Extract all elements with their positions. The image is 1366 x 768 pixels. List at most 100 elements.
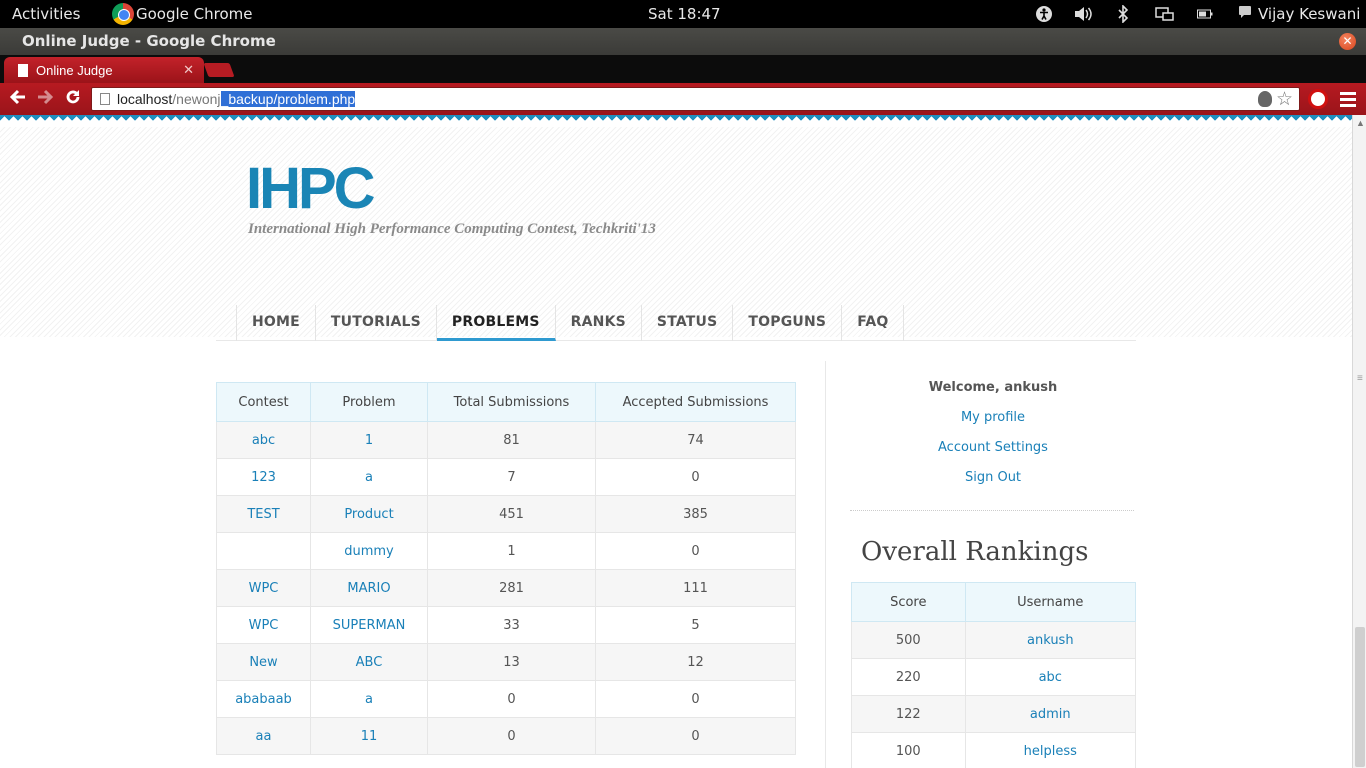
username-link[interactable]: ankush — [1027, 633, 1074, 648]
table-row: New ABC 13 12 — [216, 643, 796, 681]
total-submissions-cell: 33 — [427, 606, 596, 644]
url-text[interactable]: localhost/newonj_backup/problem.php — [117, 91, 356, 107]
accepted-submissions-cell: 0 — [595, 680, 796, 718]
rankings-table: Score Username 500 ankush 220 abc 122 admin 100… — [851, 582, 1137, 768]
dotted-divider — [850, 510, 1134, 511]
total-submissions-cell: 7 — [427, 458, 596, 496]
account-settings-link[interactable]: Account Settings — [850, 440, 1136, 455]
network-icon[interactable] — [1154, 4, 1176, 24]
user-menu[interactable]: Vijay Keswani — [1238, 5, 1360, 23]
table-row: abc 1 81 74 — [216, 421, 796, 459]
problem-link[interactable]: Product — [344, 507, 393, 522]
problem-link[interactable]: 1 — [365, 433, 373, 448]
url-selection: _backup/problem.php — [220, 91, 356, 107]
address-bar[interactable]: localhost/newonj_backup/problem.php ☆ — [91, 87, 1300, 111]
accepted-submissions-cell: 5 — [595, 606, 796, 644]
clock[interactable]: Sat 18:47 — [648, 5, 721, 23]
username-link[interactable]: abc — [1039, 670, 1062, 685]
extension-icon[interactable] — [1308, 89, 1328, 109]
accepted-submissions-cell: 111 — [595, 569, 796, 607]
contest-link[interactable]: New — [249, 655, 277, 670]
nav-item-tutorials[interactable]: TUTORIALS — [316, 305, 437, 341]
table-row: ababaab a 0 0 — [216, 680, 796, 718]
my-profile-link[interactable]: My profile — [850, 410, 1136, 425]
tab-close-icon[interactable]: ✕ — [183, 62, 194, 78]
problem-cell: 11 — [310, 717, 428, 755]
chrome-logo-icon — [112, 3, 134, 25]
tab-online-judge[interactable]: Online Judge ✕ — [4, 57, 204, 83]
page-info-icon[interactable] — [100, 93, 110, 105]
reload-icon[interactable] — [64, 88, 82, 111]
problem-cell: 1 — [310, 421, 428, 459]
new-tab-button[interactable] — [203, 63, 235, 77]
table-row: aa 11 0 0 — [216, 717, 796, 755]
app-menu[interactable]: Google Chrome — [112, 2, 253, 26]
problem-link[interactable]: a — [365, 692, 373, 707]
contest-link[interactable]: WPC — [249, 618, 279, 633]
problem-link[interactable]: 11 — [361, 729, 378, 744]
nav-item-ranks[interactable]: RANKS — [556, 305, 642, 341]
accessibility-icon[interactable] — [1034, 4, 1054, 24]
column-header: Total Submissions — [427, 382, 596, 422]
username-link[interactable]: admin — [1030, 707, 1071, 722]
table-row: WPC SUPERMAN 33 5 — [216, 606, 796, 644]
contest-link[interactable]: WPC — [249, 581, 279, 596]
bookmark-star-icon[interactable]: ☆ — [1276, 88, 1293, 111]
problem-link[interactable]: dummy — [344, 544, 394, 559]
problem-link[interactable]: ABC — [356, 655, 383, 670]
nav-item-faq[interactable]: FAQ — [842, 305, 905, 341]
user-name: Vijay Keswani — [1258, 5, 1361, 23]
problem-link[interactable]: SUPERMAN — [333, 618, 406, 633]
contest-link[interactable]: ababaab — [235, 692, 292, 707]
problem-link[interactable]: MARIO — [347, 581, 390, 596]
problem-link[interactable]: a — [365, 470, 373, 485]
column-header: Accepted Submissions — [595, 382, 796, 422]
score-cell: 122 — [851, 695, 966, 733]
nav-item-problems[interactable]: PROBLEMS — [436, 305, 556, 341]
contest-link[interactable]: abc — [252, 433, 275, 448]
forward-icon[interactable] — [36, 88, 54, 111]
url-path: /newonj — [172, 91, 221, 107]
page-icon — [18, 63, 28, 77]
activities-button[interactable]: Activities — [12, 5, 80, 23]
rankings-title: Overall Rankings — [861, 537, 1089, 567]
accepted-submissions-cell: 74 — [595, 421, 796, 459]
contest-cell: ababaab — [216, 680, 311, 718]
scrollbar-thumb[interactable] — [1355, 627, 1365, 767]
nav-item-topguns[interactable]: TOPGUNS — [733, 305, 843, 341]
window-close-icon[interactable]: ✕ — [1339, 33, 1356, 50]
system-top-bar: Activities Google Chrome Sat 18:47 Vijay… — [0, 0, 1366, 28]
vertical-scrollbar[interactable]: ▲ ≡ — [1352, 115, 1366, 768]
contest-link[interactable]: 123 — [251, 470, 276, 485]
scroll-up-icon[interactable]: ▲ — [1356, 118, 1365, 128]
lightbulb-icon[interactable] — [1258, 91, 1272, 107]
battery-icon[interactable] — [1196, 4, 1214, 24]
volume-icon[interactable] — [1072, 4, 1094, 24]
accepted-submissions-cell: 12 — [595, 643, 796, 681]
nav-item-status[interactable]: STATUS — [642, 305, 734, 341]
total-submissions-cell: 1 — [427, 532, 596, 570]
nav-item-home[interactable]: HOME — [237, 305, 316, 341]
chrome-menu-icon[interactable] — [1340, 92, 1356, 110]
column-header: Problem — [310, 382, 428, 422]
total-submissions-cell: 451 — [427, 495, 596, 533]
contest-link[interactable]: TEST — [247, 507, 279, 522]
contest-link[interactable]: aa — [256, 729, 272, 744]
accepted-submissions-cell: 0 — [595, 532, 796, 570]
total-submissions-cell: 0 — [427, 680, 596, 718]
column-divider — [825, 361, 826, 768]
score-cell: 500 — [851, 621, 966, 659]
sign-out-link[interactable]: Sign Out — [850, 470, 1136, 485]
contest-cell: abc — [216, 421, 311, 459]
bluetooth-icon[interactable] — [1114, 4, 1132, 24]
problem-cell: a — [310, 458, 428, 496]
username-link[interactable]: helpless — [1024, 744, 1077, 759]
zigzag-border — [0, 115, 1352, 129]
contest-cell: WPC — [216, 606, 311, 644]
site-logo[interactable]: IHPC — [246, 155, 376, 222]
problem-cell: SUPERMAN — [310, 606, 428, 644]
back-icon[interactable] — [9, 88, 27, 111]
ranking-row: 500 ankush — [851, 621, 1137, 659]
tab-title: Online Judge — [36, 62, 113, 78]
page-viewport: IHPC International High Performance Comp… — [0, 115, 1352, 768]
